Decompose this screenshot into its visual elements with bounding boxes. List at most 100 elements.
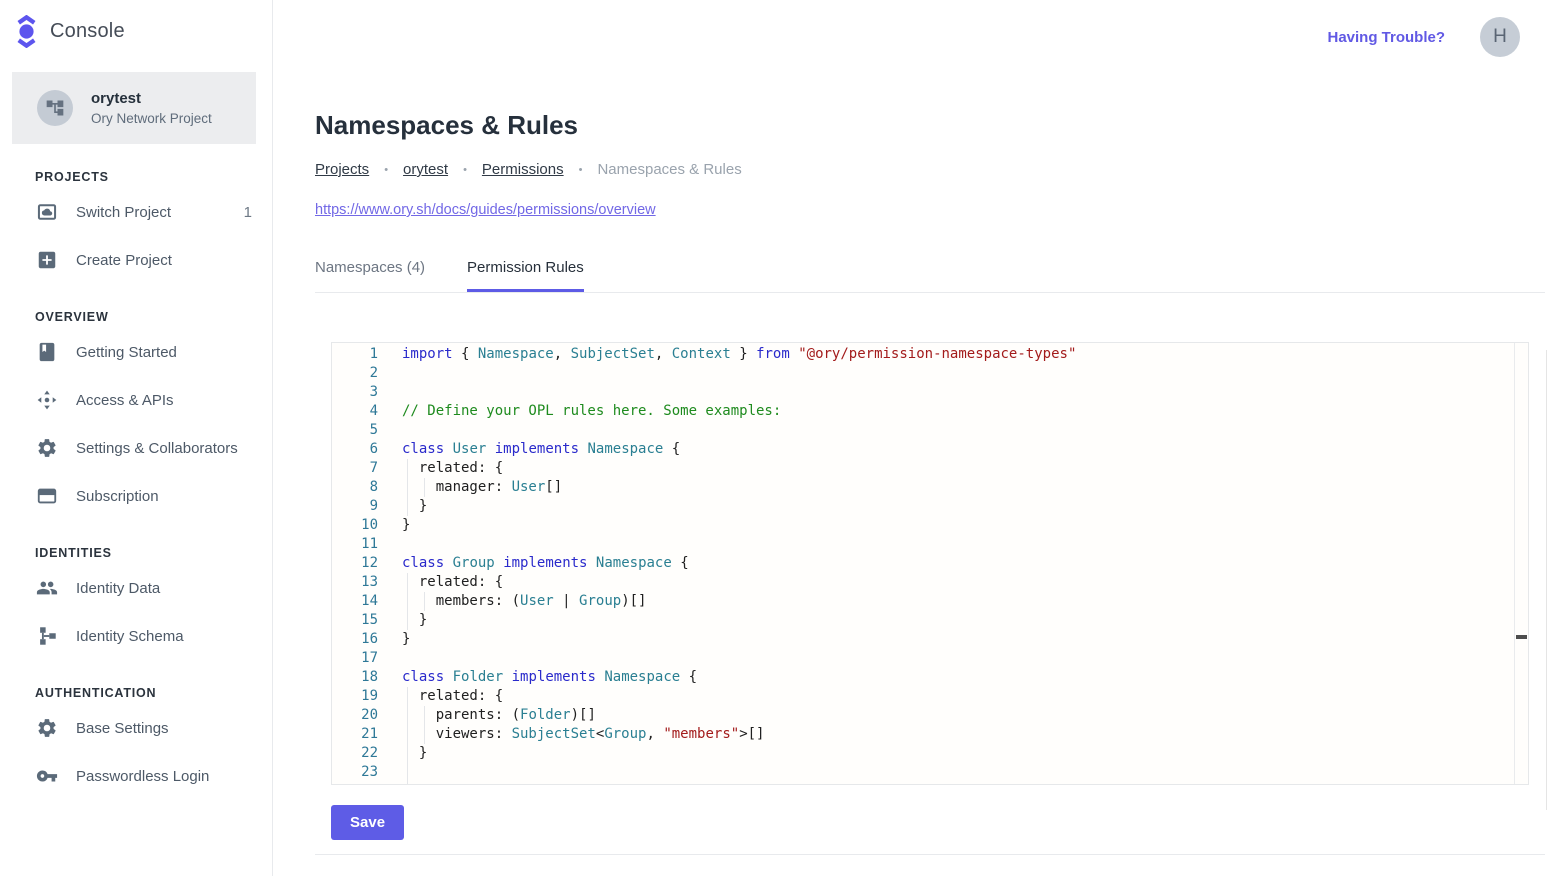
user-avatar[interactable]: H	[1480, 17, 1520, 57]
sidebar-item-label: Switch Project	[76, 204, 171, 221]
indent-guide	[407, 611, 408, 630]
code-text: members: (User | Group)[]	[402, 592, 646, 611]
sidebar-item-identity-data[interactable]: Identity Data	[0, 564, 272, 612]
indent-guide	[424, 478, 425, 497]
save-button[interactable]: Save	[331, 805, 404, 840]
sidebar-item-identity-schema[interactable]: Identity Schema	[0, 612, 272, 660]
sidebar-item-label: Subscription	[76, 488, 159, 505]
line-number: 2	[332, 364, 378, 383]
code-text: }	[402, 497, 427, 516]
sidebar-item-switch-project[interactable]: Switch Project 1	[0, 188, 272, 236]
line-number: 24	[332, 782, 378, 785]
line-number: 13	[332, 573, 378, 592]
sidebar-item-label: Identity Schema	[76, 628, 184, 645]
code-line: 24 permits = {	[332, 782, 1528, 785]
switch-project-icon	[36, 201, 58, 223]
code-text: related: {	[402, 573, 503, 592]
page-scrollbar[interactable]	[1546, 350, 1547, 810]
breadcrumb-link-projects[interactable]: Projects	[315, 161, 369, 178]
line-number: 3	[332, 383, 378, 402]
sidebar-item-label: Access & APIs	[76, 392, 174, 409]
line-number: 15	[332, 611, 378, 630]
code-text: viewers: SubjectSet<Group, "members">[]	[402, 725, 764, 744]
sidebar-item-subscription[interactable]: Subscription	[0, 472, 272, 520]
page-title: Namespaces & Rules	[315, 110, 1545, 141]
sidebar-item-getting-started[interactable]: Getting Started	[0, 328, 272, 376]
code-line: 7 related: {	[332, 459, 1528, 478]
breadcrumb-separator: •	[579, 164, 583, 176]
sidebar-section-overview: OVERVIEWGetting StartedAccess & APIsSett…	[0, 310, 272, 520]
breadcrumb-link-permissions[interactable]: Permissions	[482, 161, 564, 178]
indent-guide	[407, 744, 408, 763]
line-number: 22	[332, 744, 378, 763]
line-number: 4	[332, 402, 378, 421]
project-info: orytest Ory Network Project	[91, 89, 212, 128]
sidebar: Console orytest Ory Network Project PROJ…	[0, 0, 273, 876]
indent-guide	[407, 725, 408, 744]
tab-permission-rules[interactable]: Permission Rules	[467, 259, 584, 292]
sidebar-item-label: Identity Data	[76, 580, 160, 597]
indent-guide	[424, 725, 425, 744]
sidebar-item-base-settings[interactable]: Base Settings	[0, 704, 272, 752]
breadcrumb: Projects•orytest•Permissions•Namespaces …	[315, 161, 1545, 178]
code-editor[interactable]: 1import { Namespace, SubjectSet, Context…	[331, 342, 1529, 785]
line-number: 18	[332, 668, 378, 687]
having-trouble-link[interactable]: Having Trouble?	[1327, 29, 1445, 46]
sidebar-item-passwordless-login[interactable]: Passwordless Login	[0, 752, 272, 800]
breadcrumb-current: Namespaces & Rules	[597, 161, 741, 178]
line-number: 23	[332, 763, 378, 782]
item-count-badge: 1	[244, 204, 252, 221]
code-line: 19 related: {	[332, 687, 1528, 706]
code-text: }	[402, 516, 410, 535]
code-line: 14 members: (User | Group)[]	[332, 592, 1528, 611]
section-title: AUTHENTICATION	[35, 686, 272, 700]
line-number: 7	[332, 459, 378, 478]
code-text: }	[402, 630, 410, 649]
docs-link[interactable]: https://www.ory.sh/docs/guides/permissio…	[315, 202, 656, 218]
code-line: 10}	[332, 516, 1528, 535]
sidebar-section-projects: PROJECTSSwitch Project1Create Project	[0, 170, 272, 284]
line-number: 9	[332, 497, 378, 516]
indent-guide	[407, 763, 408, 782]
gear-icon	[36, 437, 58, 459]
code-line: 22 }	[332, 744, 1528, 763]
sidebar-item-create-project[interactable]: Create Project	[0, 236, 272, 284]
content-bottom-divider	[315, 854, 1545, 855]
breadcrumb-link-orytest[interactable]: orytest	[403, 161, 448, 178]
sidebar-item-label: Base Settings	[76, 720, 169, 737]
app-logo[interactable]: Console	[0, 0, 272, 48]
indent-guide	[407, 592, 408, 611]
line-number: 10	[332, 516, 378, 535]
breadcrumb-separator: •	[463, 164, 467, 176]
editor-scrollbar[interactable]	[1514, 343, 1528, 784]
key-icon	[36, 765, 58, 787]
indent-guide	[407, 478, 408, 497]
code-line: 12class Group implements Namespace {	[332, 554, 1528, 573]
add-box-icon	[36, 249, 58, 271]
tab-bar: Namespaces (4) Permission Rules	[315, 259, 1545, 293]
line-number: 14	[332, 592, 378, 611]
line-number: 11	[332, 535, 378, 554]
sidebar-item-settings-collaborators[interactable]: Settings & Collaborators	[0, 424, 272, 472]
indent-guide	[407, 782, 408, 785]
code-line: 8 manager: User[]	[332, 478, 1528, 497]
code-text: }	[402, 744, 427, 763]
project-avatar	[37, 90, 73, 126]
schema-icon	[36, 625, 58, 647]
section-title: IDENTITIES	[35, 546, 272, 560]
code-line: 13 related: {	[332, 573, 1528, 592]
code-line: 20 parents: (Folder)[]	[332, 706, 1528, 725]
sidebar-item-access-apis[interactable]: Access & APIs	[0, 376, 272, 424]
project-selector[interactable]: orytest Ory Network Project	[12, 72, 256, 144]
code-text: // Define your OPL rules here. Some exam…	[402, 402, 781, 421]
project-name: orytest	[91, 89, 212, 108]
line-number: 6	[332, 440, 378, 459]
indent-guide	[424, 592, 425, 611]
code-line: 17	[332, 649, 1528, 668]
indent-guide	[407, 573, 408, 592]
sidebar-item-label: Passwordless Login	[76, 768, 209, 785]
gear-icon	[36, 717, 58, 739]
code-line: 21 viewers: SubjectSet<Group, "members">…	[332, 725, 1528, 744]
line-number: 16	[332, 630, 378, 649]
tab-namespaces-4[interactable]: Namespaces (4)	[315, 259, 425, 292]
